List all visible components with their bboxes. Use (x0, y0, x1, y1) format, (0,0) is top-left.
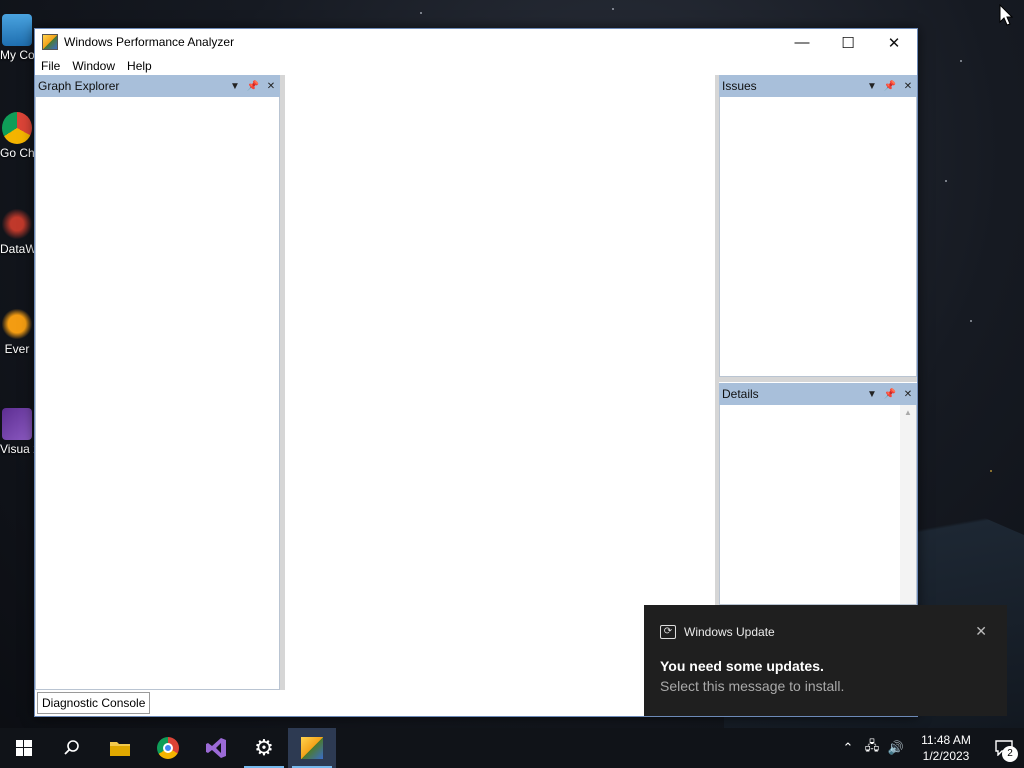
clock[interactable]: 11:48 AM 1/2/2023 (914, 732, 978, 764)
scroll-up-icon[interactable]: ▲ (900, 405, 916, 421)
clock-date: 1/2/2023 (922, 749, 970, 763)
analysis-area[interactable] (285, 75, 715, 690)
details-pane: Details ▼ 📌 ✕ ▲ (719, 383, 917, 605)
visual-studio-icon (206, 738, 226, 758)
toast-body: Select this message to install. (660, 678, 845, 694)
desktop-icon-everything[interactable]: Ever (0, 308, 34, 356)
desktop-icon-google-chrome[interactable]: Go Ch (0, 112, 34, 160)
diagnostic-console-button[interactable]: Diagnostic Console (37, 692, 151, 714)
taskbar-visual-studio[interactable] (192, 728, 240, 768)
menu-file[interactable]: File (35, 57, 66, 75)
network-icon[interactable]: 🖧 (860, 737, 884, 759)
taskbar-wpa[interactable] (288, 728, 336, 768)
taskbar-chrome[interactable] (144, 728, 192, 768)
pane-close-icon[interactable]: ✕ (899, 81, 917, 92)
start-button[interactable] (0, 728, 48, 768)
window-title: Windows Performance Analyzer (64, 35, 235, 49)
pane-dropdown-icon[interactable]: ▼ (863, 389, 881, 400)
taskbar-file-explorer[interactable] (96, 728, 144, 768)
volume-icon[interactable]: 🔊 (884, 740, 908, 756)
mouse-cursor-icon (999, 4, 1013, 26)
details-scrollbar[interactable]: ▲ (900, 405, 916, 604)
settings-icon: ⚙ (254, 735, 274, 760)
issues-body[interactable] (719, 97, 917, 377)
wpa-icon (301, 737, 323, 759)
details-title: Details (722, 387, 759, 401)
desktop-icon-visual-studio[interactable]: Visua 2 (0, 408, 34, 456)
title-bar[interactable]: Windows Performance Analyzer — ☐ ✕ (35, 29, 917, 56)
toast-app-name: Windows Update (684, 625, 775, 639)
notification-count-badge: 2 (1002, 746, 1018, 762)
graph-explorer-header: Graph Explorer ▼ 📌 ✕ (35, 75, 280, 97)
everything-icon (2, 308, 32, 340)
action-center-button[interactable]: 2 (984, 728, 1024, 768)
graph-explorer-title: Graph Explorer (38, 79, 120, 93)
pane-close-icon[interactable]: ✕ (899, 389, 917, 400)
system-tray: ⌃ 🖧 🔊 11:48 AM 1/2/2023 2 (836, 728, 1024, 768)
desktop-icon-datawrapper[interactable]: DataW (0, 208, 34, 256)
file-explorer-icon (110, 742, 130, 756)
search-icon (64, 740, 79, 755)
update-notification[interactable]: ⟳ Windows Update ✕ You need some updates… (644, 605, 1007, 716)
wpa-app-icon (42, 34, 58, 50)
menu-window[interactable]: Window (66, 57, 121, 75)
visual-studio-icon (2, 408, 32, 440)
toast-heading: You need some updates. (660, 658, 824, 674)
toast-close-icon[interactable]: ✕ (975, 623, 987, 640)
clock-time: 11:48 AM (921, 733, 971, 747)
datawrapper-icon (2, 208, 32, 240)
show-hidden-icons-icon[interactable]: ⌃ (836, 740, 860, 756)
minimize-button[interactable]: — (779, 29, 825, 56)
pin-icon[interactable]: 📌 (881, 81, 899, 92)
pane-close-icon[interactable]: ✕ (262, 81, 280, 92)
minimize-icon: — (794, 34, 810, 51)
close-icon: ✕ (887, 34, 901, 52)
menu-bar: File Window Help (35, 57, 917, 75)
desktop-icon-my-computer[interactable]: My Co (0, 14, 34, 62)
close-button[interactable]: ✕ (871, 29, 917, 56)
pin-icon[interactable]: 📌 (244, 81, 262, 92)
issues-pane: Issues ▼ 📌 ✕ (719, 75, 917, 377)
chrome-icon (157, 737, 179, 759)
maximize-button[interactable]: ☐ (825, 29, 871, 56)
taskbar-settings[interactable]: ⚙ (240, 728, 288, 768)
windows-update-icon: ⟳ (660, 625, 676, 639)
pane-dropdown-icon[interactable]: ▼ (863, 81, 881, 92)
taskbar: ⚙ ⌃ 🖧 🔊 11:48 AM 1/2/2023 2 (0, 728, 1024, 768)
maximize-icon: ☐ (841, 34, 855, 52)
issues-header: Issues ▼ 📌 ✕ (719, 75, 917, 97)
pin-icon[interactable]: 📌 (881, 389, 899, 400)
details-header: Details ▼ 📌 ✕ (719, 383, 917, 405)
issues-title: Issues (722, 79, 757, 93)
details-body[interactable]: ▲ (719, 405, 917, 605)
graph-explorer-pane: Graph Explorer ▼ 📌 ✕ (35, 75, 280, 690)
issues-details-splitter[interactable] (719, 377, 917, 382)
graph-explorer-body[interactable] (35, 97, 280, 690)
start-icon (16, 740, 32, 756)
computer-icon (2, 14, 32, 46)
pane-dropdown-icon[interactable]: ▼ (226, 81, 244, 92)
menu-help[interactable]: Help (121, 57, 158, 75)
chrome-icon (2, 112, 32, 144)
taskbar-search-button[interactable] (48, 728, 96, 768)
